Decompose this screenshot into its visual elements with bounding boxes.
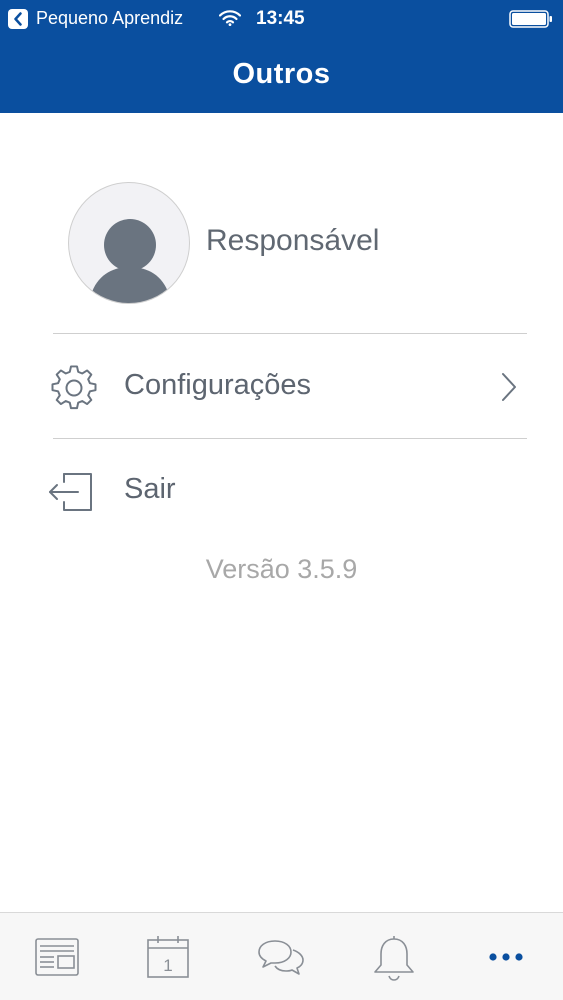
app-header: Pequeno Aprendiz 13:45 Outros (0, 0, 563, 113)
news-icon (35, 938, 79, 976)
settings-label: Configurações (124, 369, 311, 401)
divider (53, 333, 527, 334)
version-text: Versão 3.5.9 (205, 554, 358, 584)
gear-icon (51, 365, 97, 416)
back-chevron-icon (8, 8, 28, 29)
calendar-day-label: 1 (163, 956, 172, 975)
settings-menu-item[interactable]: Configurações (40, 346, 540, 426)
tab-calendar[interactable]: 1 (138, 931, 198, 983)
avatar[interactable] (68, 182, 190, 304)
battery-icon (509, 10, 553, 33)
chevron-right-icon (500, 372, 518, 407)
wifi-icon (218, 10, 242, 31)
chat-icon (258, 940, 304, 975)
divider (53, 438, 527, 439)
back-to-app-button[interactable]: Pequeno Aprendiz (8, 8, 183, 29)
profile-name[interactable]: Responsável (206, 224, 379, 258)
tab-more[interactable] (476, 931, 536, 983)
more-icon (489, 953, 523, 961)
back-app-label: Pequeno Aprendiz (36, 8, 184, 28)
logout-menu-item[interactable]: Sair (40, 452, 540, 532)
tab-bar: 1 (0, 912, 563, 1000)
user-silhouette-icon (91, 219, 169, 303)
calendar-icon: 1 (147, 936, 189, 978)
status-bar: Pequeno Aprendiz 13:45 (0, 0, 563, 38)
tab-news[interactable] (27, 931, 87, 983)
tab-messages[interactable] (251, 931, 311, 983)
logout-icon (48, 472, 94, 517)
status-time: 13:45 (256, 8, 305, 29)
tab-notifications[interactable] (364, 931, 424, 983)
page-title: Outros (232, 58, 331, 90)
logout-label: Sair (124, 473, 176, 505)
bell-icon (374, 936, 414, 981)
